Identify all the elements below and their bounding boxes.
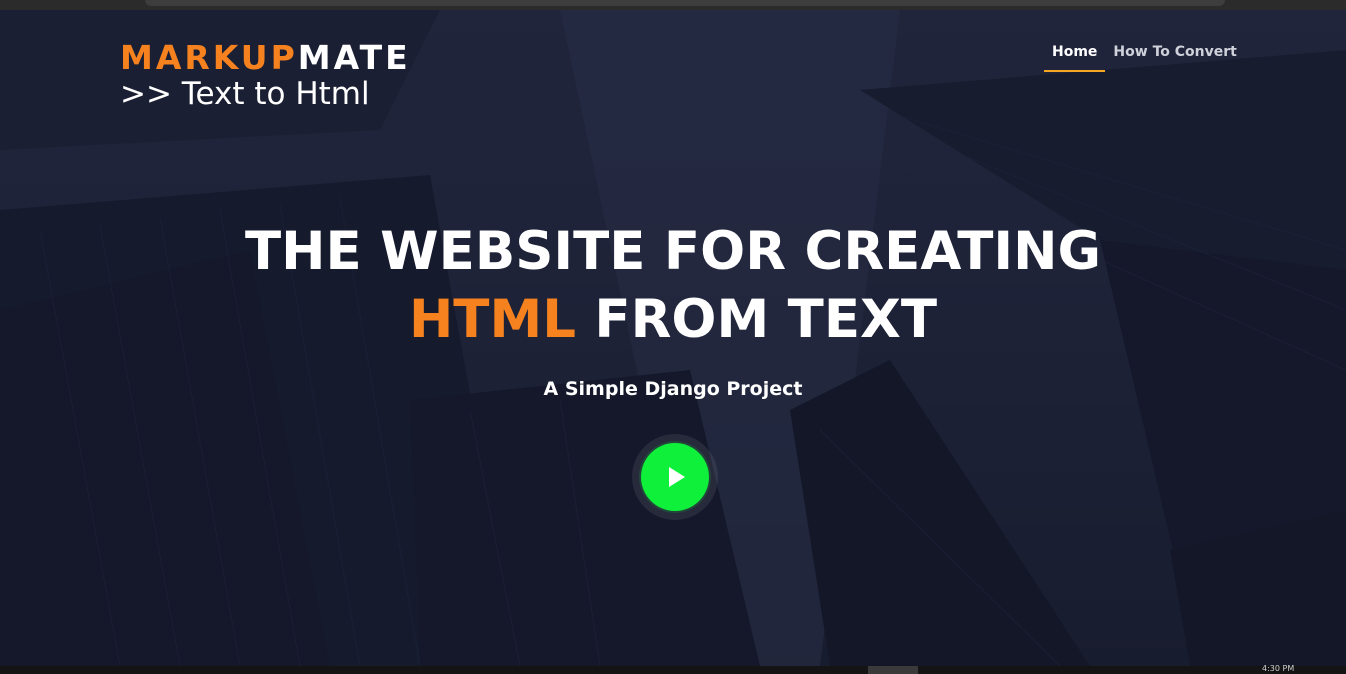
hero-headline: THE WEBSITE FOR CREATING HTML FROM TEXT (0, 218, 1346, 354)
hero-section: MARKUPMATE >> Text to Html Home How To C… (0, 10, 1346, 666)
nav-item-home[interactable]: Home (1044, 42, 1106, 72)
logo-rest-word: MATE (297, 38, 411, 77)
browser-top-bar (0, 0, 1346, 10)
nav-item-how-to-convert[interactable]: How To Convert (1105, 42, 1244, 72)
play-icon (669, 467, 685, 487)
os-taskbar: 4:30 PM (0, 664, 1346, 674)
hero-subtitle: A Simple Django Project (543, 378, 803, 400)
play-video-button[interactable] (641, 443, 709, 511)
logo-wordmark: MARKUPMATE (120, 38, 411, 78)
browser-tab-strip (145, 0, 1225, 6)
main-nav: Home How To Convert (1044, 42, 1245, 72)
taskbar-app-button[interactable] (868, 666, 918, 674)
headline-rest: FROM TEXT (575, 289, 938, 350)
site-logo[interactable]: MARKUPMATE >> Text to Html (120, 38, 411, 114)
headline-accent-word: HTML (408, 289, 576, 350)
logo-tagline: >> Text to Html (120, 76, 370, 112)
headline-line-2: HTML FROM TEXT (0, 286, 1346, 354)
play-button-halo (632, 434, 718, 520)
headline-line-1: THE WEBSITE FOR CREATING (245, 221, 1101, 282)
logo-accent-word: MARKUP (120, 38, 298, 77)
taskbar-clock: 4:30 PM (1262, 664, 1295, 673)
